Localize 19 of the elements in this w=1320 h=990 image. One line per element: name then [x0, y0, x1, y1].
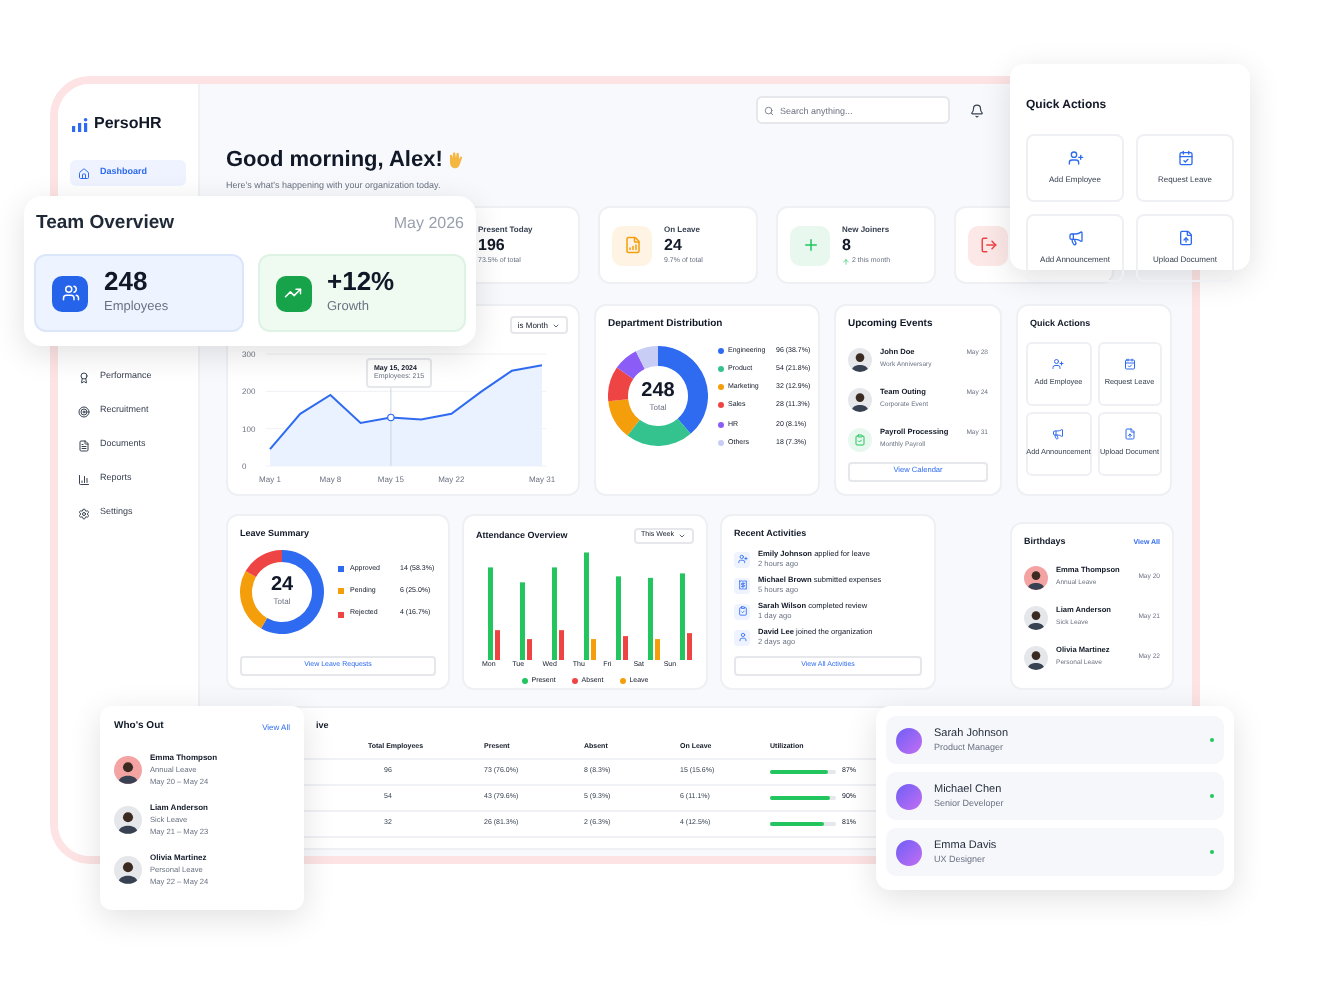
donut-slice	[635, 346, 658, 370]
donut-slice	[627, 419, 691, 447]
donut-slice	[245, 549, 282, 577]
donut-slice	[261, 549, 324, 634]
overview-date: May 2026	[393, 212, 464, 237]
stat-value: 24	[664, 235, 684, 256]
brand-name: PersoHR	[94, 112, 162, 136]
donut-slice	[240, 570, 268, 628]
donut-total: 248	[641, 381, 675, 402]
donut-slice	[616, 351, 645, 380]
donut-slice	[608, 399, 640, 437]
overview-value: 248	[104, 268, 150, 295]
donut-slice	[608, 368, 634, 402]
stat-value: 196	[478, 235, 507, 256]
donut-total: 24	[270, 576, 294, 597]
stat-value: 8	[842, 235, 852, 256]
greeting-title: Good morning, Alex!	[226, 146, 443, 176]
overview-value: +12%	[327, 268, 395, 295]
card-title: Team Overview	[36, 210, 175, 238]
